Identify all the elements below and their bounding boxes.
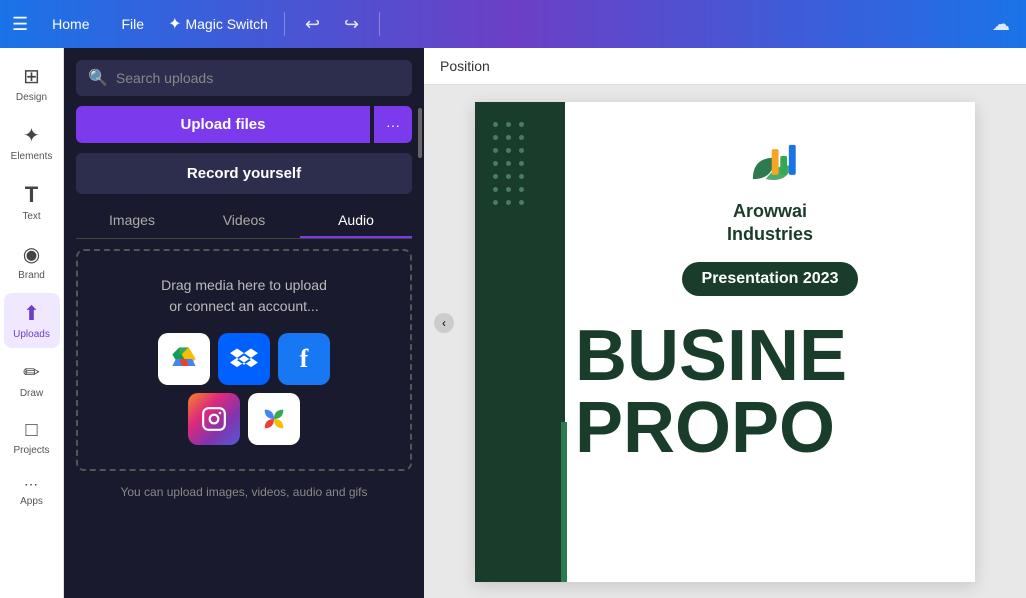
instagram-icon[interactable] [188,393,240,445]
projects-icon: □ [25,419,37,442]
sidebar-label-draw: Draw [20,388,43,399]
service-icons-grid: f [158,333,330,445]
upload-panel-inner: 🔍 Upload files ··· Record yourself Image… [64,48,424,598]
menu-icon[interactable]: ☰ [12,14,28,35]
elements-icon: ✦ [23,123,40,148]
slide-big-text-area: BUSINE PROPO [585,320,847,464]
uploads-icon: ⬆ [23,301,40,326]
upload-panel: 🔍 Upload files ··· Record yourself Image… [64,48,424,598]
dot [493,161,498,166]
position-label: Position [440,58,490,74]
dot [493,135,498,140]
redo-button[interactable]: ↪ [340,10,363,39]
dot [506,148,511,153]
tab-videos[interactable]: Videos [188,204,300,238]
position-bar: Position [424,48,1026,85]
slide-main-content: Arowwai Industries Presentation 2023 BUS… [565,102,975,582]
dot [519,161,524,166]
file-nav-item[interactable]: File [114,12,153,36]
slide-preview: Arowwai Industries Presentation 2023 BUS… [475,102,975,582]
scroll-indicator [418,108,422,158]
dot [493,122,498,127]
sidebar: ⊞ Design ✦ Elements T Text ◉ Brand ⬆ Upl… [0,48,64,598]
sidebar-label-elements: Elements [11,151,53,162]
slide-big-text-line2: PROPO [575,392,847,464]
drop-zone-text: Drag media here to upload or connect an … [161,275,327,317]
nav-divider-2 [379,12,380,36]
sidebar-item-apps[interactable]: ⋯ Apps [4,468,60,515]
sidebar-label-uploads: Uploads [13,329,50,340]
magic-star-icon: ✦ [168,14,181,34]
sidebar-label-brand: Brand [18,270,45,281]
sidebar-label-projects: Projects [13,445,49,456]
dot [519,200,524,205]
top-navigation: ☰ Home File ✦ Magic Switch ↩ ↪ ☁ [0,0,1026,48]
slide-big-text-line1: BUSINE [575,320,847,392]
upload-files-row: Upload files ··· [76,106,412,143]
dot [519,122,524,127]
green-accent-line [561,422,567,582]
drop-zone[interactable]: Drag media here to upload or connect an … [76,249,412,471]
dot [493,187,498,192]
canvas-content: Arowwai Industries Presentation 2023 BUS… [424,85,1026,598]
service-icons-row-1: f [158,333,330,385]
home-nav-item[interactable]: Home [44,12,97,36]
gphotos-icon[interactable] [248,393,300,445]
sidebar-item-uploads[interactable]: ⬆ Uploads [4,293,60,348]
upload-files-button[interactable]: Upload files [76,106,370,143]
sidebar-item-elements[interactable]: ✦ Elements [4,115,60,170]
nav-divider-1 [284,12,285,36]
sidebar-label-text: Text [22,211,40,222]
tabs-row: Images Videos Audio [76,204,412,239]
text-icon: T [25,182,38,208]
dot [493,174,498,179]
sidebar-item-brand[interactable]: ◉ Brand [4,234,60,289]
gdrive-icon[interactable] [158,333,210,385]
sidebar-label-design: Design [16,92,47,103]
draw-icon: ✏ [23,360,40,385]
sidebar-item-text[interactable]: T Text [4,174,60,230]
upload-files-more-button[interactable]: ··· [374,106,412,143]
search-bar: 🔍 [76,60,412,96]
dot [506,161,511,166]
dropbox-icon[interactable] [218,333,270,385]
canvas-area: Position ‹ [424,48,1026,598]
record-yourself-button[interactable]: Record yourself [76,153,412,194]
undo-button[interactable]: ↩ [301,10,324,39]
tab-images[interactable]: Images [76,204,188,238]
apps-icon: ⋯ [24,476,39,493]
dot [493,200,498,205]
main-area: ⊞ Design ✦ Elements T Text ◉ Brand ⬆ Upl… [0,48,1026,598]
design-icon: ⊞ [23,64,40,89]
dot [519,148,524,153]
dot [506,135,511,140]
dot [506,122,511,127]
search-input[interactable] [116,70,400,86]
sidebar-item-design[interactable]: ⊞ Design [4,56,60,111]
sidebar-item-draw[interactable]: ✏ Draw [4,352,60,407]
facebook-icon[interactable]: f [278,333,330,385]
dot [493,148,498,153]
upload-hint: You can upload images, videos, audio and… [76,481,412,507]
cloud-save-button[interactable]: ☁ [988,10,1014,39]
brand-icon: ◉ [23,242,40,267]
sidebar-label-apps: Apps [20,496,43,507]
presentation-badge: Presentation 2023 [682,262,859,296]
dot [506,187,511,192]
dot [519,135,524,140]
company-logo-icon [735,132,805,192]
tab-audio[interactable]: Audio [300,204,412,238]
search-icon: 🔍 [88,68,108,88]
dot [506,200,511,205]
collapse-panel-button[interactable]: ‹ [434,313,454,333]
company-name: Arowwai Industries [727,200,813,247]
magic-switch-nav-item[interactable]: ✦ Magic Switch [168,14,268,34]
magic-switch-label: Magic Switch [185,16,267,32]
sidebar-item-projects[interactable]: □ Projects [4,411,60,464]
dot [519,187,524,192]
dot [519,174,524,179]
dot [506,174,511,179]
service-icons-row-2 [188,393,300,445]
company-logo: Arowwai Industries [727,132,813,247]
